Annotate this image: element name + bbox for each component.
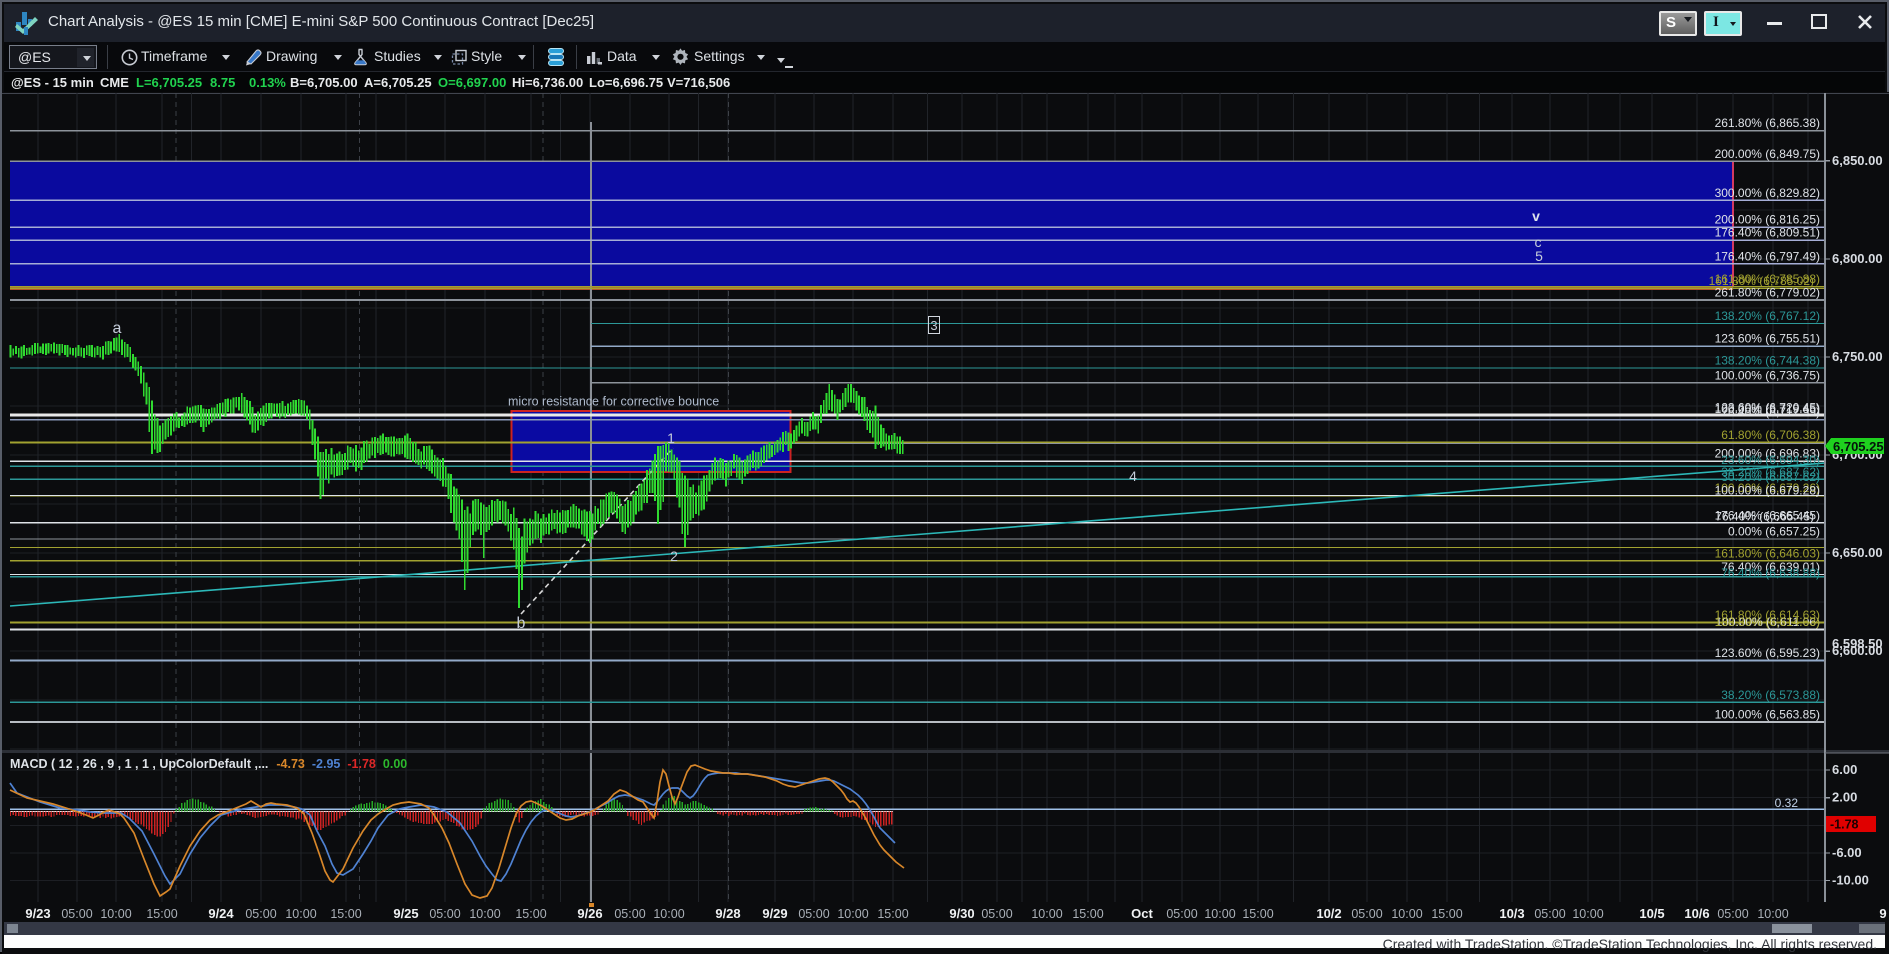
svg-text:Oct: Oct [1131, 906, 1153, 921]
svg-text:6,598.50: 6,598.50 [1832, 636, 1883, 651]
svg-text:05:00: 05:00 [798, 907, 829, 921]
svg-text:0.32: 0.32 [1775, 796, 1799, 810]
svg-text:100.00% (6,563.85): 100.00% (6,563.85) [1715, 708, 1820, 722]
svg-text:10:00: 10:00 [469, 907, 500, 921]
svg-text:9/25: 9/25 [393, 906, 418, 921]
svg-text:2: 2 [670, 548, 678, 564]
svg-text:-10.00: -10.00 [1832, 873, 1869, 888]
svg-text:200.00% (6,849.75): 200.00% (6,849.75) [1715, 147, 1820, 161]
svg-text:15:00: 15:00 [146, 907, 177, 921]
svg-text:15:00: 15:00 [330, 907, 361, 921]
svg-text:15:00: 15:00 [1242, 907, 1273, 921]
svg-text:-1.78: -1.78 [1830, 817, 1859, 831]
svg-text:b: b [517, 615, 526, 632]
svg-text:05:00: 05:00 [614, 907, 645, 921]
svg-text:176.40% (6,797.49): 176.40% (6,797.49) [1715, 249, 1820, 263]
svg-text:05:00: 05:00 [1717, 907, 1748, 921]
svg-text:6,750.00: 6,750.00 [1832, 349, 1883, 364]
svg-text:10:00: 10:00 [653, 907, 684, 921]
svg-text:05:00: 05:00 [1351, 907, 1382, 921]
svg-text:micro resistance for correctiv: micro resistance for corrective bounce [508, 395, 719, 409]
svg-text:3: 3 [930, 318, 937, 333]
svg-text:9/24: 9/24 [208, 906, 234, 921]
svg-text:05:00: 05:00 [245, 907, 276, 921]
svg-text:10:00: 10:00 [1757, 907, 1788, 921]
svg-text:9/28: 9/28 [715, 906, 740, 921]
svg-text:10:00: 10:00 [837, 907, 868, 921]
svg-text:30.20% (6,687.62): 30.20% (6,687.62) [1721, 470, 1820, 484]
svg-text:6,800.00: 6,800.00 [1832, 251, 1883, 266]
svg-text:05:00: 05:00 [429, 907, 460, 921]
svg-text:10/5: 10/5 [1639, 906, 1664, 921]
svg-text:05:00: 05:00 [981, 907, 1012, 921]
svg-text:161.80% (6,646.03): 161.80% (6,646.03) [1715, 546, 1820, 560]
svg-text:05:00: 05:00 [61, 907, 92, 921]
svg-text:300.00% (6,829.82): 300.00% (6,829.82) [1715, 186, 1820, 200]
svg-text:0.00% (6,657.25): 0.00% (6,657.25) [1728, 524, 1820, 538]
svg-text:100.00% (6,736.75): 100.00% (6,736.75) [1715, 368, 1820, 382]
svg-text:05:00: 05:00 [1166, 907, 1197, 921]
svg-text:261.80% (6,865.38): 261.80% (6,865.38) [1715, 116, 1820, 130]
svg-text:6,705.25: 6,705.25 [1833, 439, 1884, 454]
svg-text:4: 4 [1129, 468, 1137, 484]
svg-text:9: 9 [1879, 906, 1886, 921]
svg-text:38.20% (6,573.88): 38.20% (6,573.88) [1721, 688, 1820, 702]
svg-text:1: 1 [667, 430, 675, 446]
svg-text:123.60% (6,595.23): 123.60% (6,595.23) [1715, 646, 1820, 660]
svg-text:10:00: 10:00 [285, 907, 316, 921]
svg-text:10/6: 10/6 [1684, 906, 1709, 921]
svg-text:15:00: 15:00 [515, 907, 546, 921]
svg-text:05:00: 05:00 [1534, 907, 1565, 921]
svg-text:100.00% (6,679.28): 100.00% (6,679.28) [1715, 484, 1820, 498]
svg-text:6,650.00: 6,650.00 [1832, 545, 1883, 560]
svg-text:138.20% (6,744.38): 138.20% (6,744.38) [1715, 354, 1820, 368]
svg-text:10/2: 10/2 [1316, 906, 1341, 921]
svg-text:10:00: 10:00 [1204, 907, 1235, 921]
svg-text:188.80% (6,614.63): 188.80% (6,614.63) [1715, 615, 1820, 629]
svg-text:138.20% (6,767.12): 138.20% (6,767.12) [1715, 309, 1820, 323]
svg-text:-6.00: -6.00 [1832, 845, 1862, 860]
svg-text:161.80% (6,785.02): 161.80% (6,785.02) [1709, 274, 1814, 288]
svg-text:10/3: 10/3 [1499, 906, 1524, 921]
svg-text:15:00: 15:00 [1072, 907, 1103, 921]
svg-text:10:00: 10:00 [1391, 907, 1422, 921]
svg-text:9/26: 9/26 [577, 906, 602, 921]
svg-text:76.40% (6,638.88): 76.40% (6,638.88) [1721, 566, 1820, 580]
svg-text:10:00: 10:00 [100, 907, 131, 921]
svg-text:9/29: 9/29 [762, 906, 787, 921]
svg-text:v: v [1532, 208, 1540, 224]
svg-text:100.00% (6,719.45): 100.00% (6,719.45) [1715, 402, 1820, 416]
svg-text:6,850.00: 6,850.00 [1832, 153, 1883, 168]
svg-text:76.40% (6,665.45): 76.40% (6,665.45) [1715, 510, 1814, 524]
svg-text:15:00: 15:00 [877, 907, 908, 921]
svg-text:23.60% (6,694.30): 23.60% (6,694.30) [1721, 453, 1820, 467]
svg-text:123.60% (6,755.51): 123.60% (6,755.51) [1715, 332, 1820, 346]
svg-text:9/30: 9/30 [949, 906, 974, 921]
svg-text:5: 5 [1535, 248, 1543, 264]
svg-text:2.00: 2.00 [1832, 790, 1857, 805]
svg-text:10:00: 10:00 [1031, 907, 1062, 921]
svg-text:10:00: 10:00 [1572, 907, 1603, 921]
svg-text:9/23: 9/23 [25, 906, 50, 921]
svg-text:6.00: 6.00 [1832, 762, 1857, 777]
svg-text:15:00: 15:00 [1431, 907, 1462, 921]
svg-text:61.80% (6,706.38): 61.80% (6,706.38) [1721, 428, 1820, 442]
svg-text:a: a [113, 320, 122, 337]
svg-text:200.00% (6,816.25): 200.00% (6,816.25) [1715, 213, 1820, 227]
svg-text:176.40% (6,809.51): 176.40% (6,809.51) [1715, 226, 1820, 240]
svg-text:MACD ( 12 , 26 , 9 , 1 , 1 , U: MACD ( 12 , 26 , 9 , 1 , 1 , UpColorDefa… [10, 757, 407, 771]
